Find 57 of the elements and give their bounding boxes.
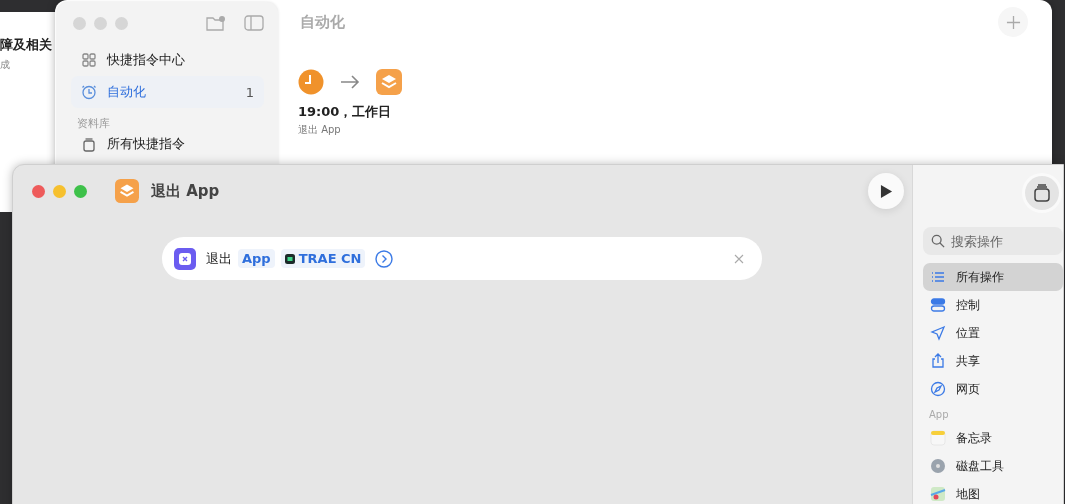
window-control-icon: [115, 16, 128, 30]
share-icon: [930, 353, 946, 369]
parameter-token[interactable]: App: [238, 249, 275, 268]
app-icon: [284, 253, 295, 264]
sidebar-item[interactable]: 快捷指令中心: [71, 44, 264, 76]
section-heading: 资料库: [77, 116, 111, 131]
disk-icon: [930, 458, 946, 474]
clock-icon: [298, 69, 324, 95]
location-arrow-icon: [930, 325, 946, 341]
caption: 成: [0, 58, 11, 72]
notes-icon: [930, 430, 946, 446]
action-label: 退出: [206, 249, 232, 268]
toggles-icon: [930, 297, 946, 313]
close-button[interactable]: [32, 184, 45, 198]
map-icon: [930, 486, 946, 502]
app-item[interactable]: 地图: [923, 480, 1063, 504]
compass-icon: [930, 381, 946, 397]
add-button[interactable]: [998, 7, 1028, 37]
quit-app-icon: [174, 247, 196, 270]
play-icon: [879, 183, 893, 199]
new-folder-icon[interactable]: [206, 15, 226, 31]
automation-subtitle: 退出 App: [298, 123, 342, 137]
plus-icon: [1005, 14, 1021, 30]
app-item[interactable]: 磁盘工具: [923, 452, 1063, 480]
stack-icon: [81, 136, 97, 152]
category-item[interactable]: 共享: [923, 347, 1063, 375]
sidebar-item[interactable]: 自动化 1: [71, 76, 264, 108]
close-icon[interactable]: [734, 253, 744, 264]
stack-icon: [1032, 183, 1052, 203]
zoom-button[interactable]: [74, 184, 87, 198]
section-heading: App: [929, 409, 950, 420]
window-heading: 障及相关: [0, 37, 52, 54]
window-control-icon: [94, 16, 107, 30]
search-icon: [931, 234, 945, 248]
arrow-icon: [340, 75, 360, 89]
category-item[interactable]: 网页: [923, 375, 1063, 403]
list-icon: [930, 269, 946, 285]
window-title: 自动化: [300, 12, 345, 32]
window-control-icon: [73, 16, 86, 30]
window-title: 退出 App: [151, 181, 220, 201]
grid-icon: [81, 52, 97, 68]
sidebar-toggle-icon[interactable]: [244, 15, 264, 31]
parameter-token[interactable]: TRAE CN: [280, 249, 366, 268]
run-button[interactable]: [868, 173, 904, 209]
automation-title: 19:00，工作日: [298, 103, 393, 121]
category-item[interactable]: 控制: [923, 291, 1063, 319]
shortcuts-icon: [115, 179, 139, 203]
expand-icon[interactable]: [375, 249, 394, 268]
minimize-button[interactable]: [53, 184, 66, 198]
search-field[interactable]: 搜索操作: [923, 227, 1063, 255]
library-button[interactable]: [1025, 176, 1059, 210]
app-item[interactable]: 备忘录: [923, 424, 1063, 452]
category-item[interactable]: 所有操作: [923, 263, 1063, 291]
sidebar-item[interactable]: 所有快捷指令: [71, 131, 264, 157]
clock-icon: [81, 84, 97, 100]
shortcuts-icon: [376, 69, 402, 95]
category-item[interactable]: 位置: [923, 319, 1063, 347]
